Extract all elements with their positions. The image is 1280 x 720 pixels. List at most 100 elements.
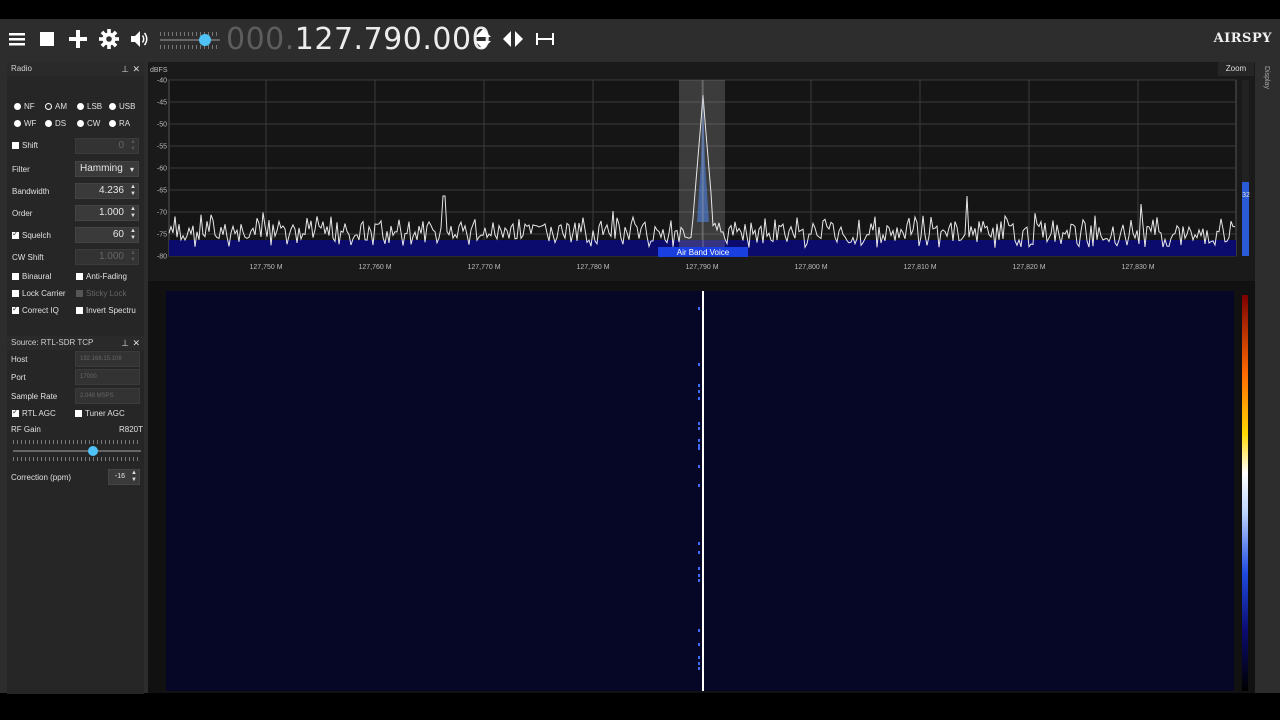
waterfall-panel[interactable]: [148, 281, 1255, 693]
menu-icon[interactable]: [6, 28, 28, 50]
waterfall-speckle: [698, 574, 700, 577]
bandwidth-field[interactable]: 4.236 ▲ ▼: [75, 183, 139, 199]
waterfall-plot[interactable]: [148, 281, 1255, 693]
mode-lsb[interactable]: LSB: [77, 102, 102, 111]
tuning-arrows-icon[interactable]: [502, 28, 524, 50]
rfgain-slider[interactable]: [13, 450, 141, 452]
mode-label: NF: [24, 102, 35, 111]
sdr-app-window: 000.127.790.000 AIRSPY Radio ⊥ ✕ NF AM L…: [0, 19, 1280, 694]
checkbox-checked-icon[interactable]: [12, 229, 19, 239]
frequency-digits[interactable]: 127.790.000: [295, 22, 491, 57]
y-tick-label: -65: [157, 188, 167, 195]
binaural-checkbox[interactable]: Binaural: [12, 272, 51, 281]
frequency-leading-digits[interactable]: 000.: [226, 22, 295, 57]
lockcarrier-checkbox[interactable]: Lock Carrier: [12, 289, 66, 298]
binaural-label: Binaural: [22, 272, 52, 281]
waterfall-speckle: [698, 363, 700, 366]
radio-icon[interactable]: [77, 120, 84, 127]
correctiq-checkbox[interactable]: Correct IQ: [12, 304, 59, 315]
checkbox-icon[interactable]: [76, 273, 83, 280]
mode-cw[interactable]: CW: [77, 119, 100, 128]
stop-icon[interactable]: [36, 28, 58, 50]
speaker-icon[interactable]: [128, 28, 150, 50]
checkbox-icon[interactable]: [75, 410, 82, 417]
port-label: Port: [11, 373, 26, 382]
spin-arrows-icon[interactable]: ▲ ▼: [130, 184, 136, 198]
bandwidth-label: Bandwidth: [12, 187, 50, 196]
tuneragc-label: Tuner AGC: [85, 409, 125, 418]
spin-arrows-icon: ▲ ▼: [130, 250, 136, 263]
mode-ds[interactable]: DS: [45, 119, 66, 128]
checkbox-icon[interactable]: [12, 273, 19, 280]
checkbox-checked-icon[interactable]: [12, 407, 19, 417]
mode-usb[interactable]: USB: [109, 102, 135, 111]
filter-value: Hamming: [80, 163, 123, 174]
waterfall-speckle: [698, 542, 700, 545]
checkbox-icon[interactable]: [12, 290, 19, 297]
filter-select[interactable]: Hamming ▾: [75, 161, 139, 177]
squelch-checkbox[interactable]: Squelch: [12, 229, 51, 240]
waterfall-speckle: [698, 384, 700, 387]
waterfall-speckle: [698, 629, 700, 632]
frequency-display[interactable]: 000.127.790.000: [226, 22, 491, 58]
radio-icon[interactable]: [14, 103, 21, 110]
antifading-checkbox[interactable]: Anti-Fading: [76, 272, 127, 281]
samplerate-value: 2.048 MSPS: [80, 393, 114, 399]
port-input: 17000: [75, 369, 140, 385]
checkbox-icon[interactable]: [76, 307, 83, 314]
host-input: 192.168.15.108: [75, 351, 140, 367]
spectrum-plot[interactable]: dBFS -40 -45 -50 -55 -60 -65 -70 -75 -80 127,750 M…: [148, 62, 1255, 292]
rfgain-slider-knob[interactable]: [88, 446, 98, 456]
radio-icon[interactable]: [77, 103, 84, 110]
pin-icon[interactable]: ⊥: [121, 62, 129, 76]
gear-icon[interactable]: [98, 28, 120, 50]
waterfall-speckle: [698, 662, 700, 665]
shift-value: 0: [118, 140, 124, 151]
spin-arrows-icon[interactable]: ▲ ▼: [130, 228, 136, 242]
spin-arrows-icon[interactable]: ▲ ▼: [131, 470, 137, 484]
correction-field[interactable]: -16 ▲ ▼: [108, 469, 140, 485]
close-icon[interactable]: ✕: [132, 336, 140, 350]
waterfall-speckle: [698, 484, 700, 487]
freq-stepper-icon[interactable]: [472, 28, 494, 50]
mode-nf[interactable]: NF: [14, 102, 35, 111]
shift-checkbox[interactable]: Shift: [12, 141, 38, 150]
mode-ra[interactable]: RA: [109, 119, 130, 128]
host-label: Host: [11, 355, 28, 364]
spectrum-panel[interactable]: dBFS -40 -45 -50 -55 -60 -65 -70 -75 -80 127,750 M…: [148, 62, 1255, 292]
waterfall-speckle: [698, 390, 700, 393]
cwshift-value: 1.000: [98, 251, 124, 262]
mode-am[interactable]: AM: [45, 102, 67, 111]
waterfall-speckle: [698, 567, 700, 570]
radio-selected-icon[interactable]: [45, 103, 52, 110]
x-tick-label: 127,810 M: [903, 264, 936, 271]
correction-value: -16: [114, 473, 125, 480]
tuneragc-checkbox[interactable]: Tuner AGC: [75, 409, 125, 418]
invertspectrum-checkbox[interactable]: Invert Spectru: [76, 306, 136, 315]
volume-slider[interactable]: [160, 29, 222, 51]
left-panel: Radio ⊥ ✕ NF AM LSB USB WF DS CW RA Shif…: [7, 62, 144, 694]
squelch-field[interactable]: 60 ▲ ▼: [75, 227, 139, 243]
y-tick-label: -60: [157, 166, 167, 173]
samplerate-select: 2.048 MSPS: [75, 388, 140, 404]
pin-icon[interactable]: ⊥: [121, 336, 129, 350]
radio-icon[interactable]: [14, 120, 21, 127]
radio-icon[interactable]: [109, 120, 116, 127]
radio-icon[interactable]: [45, 120, 52, 127]
spin-arrows-icon: ▲ ▼: [130, 139, 136, 152]
order-field[interactable]: 1.000 ▲ ▼: [75, 205, 139, 221]
mode-wf[interactable]: WF: [14, 119, 36, 128]
zoom-button[interactable]: Zoom: [1218, 62, 1254, 76]
checkbox-checked-icon[interactable]: [12, 304, 19, 314]
close-icon[interactable]: ✕: [132, 62, 140, 76]
rtlagc-checkbox[interactable]: RTL AGC: [12, 407, 56, 418]
checkbox-icon[interactable]: [12, 142, 19, 149]
add-icon[interactable]: [67, 28, 89, 50]
radio-icon[interactable]: [109, 103, 116, 110]
span-icon[interactable]: [534, 28, 556, 50]
volume-slider-knob[interactable]: [199, 34, 211, 46]
correction-label: Correction (ppm): [11, 473, 72, 482]
spin-arrows-icon[interactable]: ▲ ▼: [130, 206, 136, 220]
display-tab[interactable]: Display: [1258, 62, 1270, 92]
x-tick-label: 127,830 M: [1121, 264, 1154, 271]
